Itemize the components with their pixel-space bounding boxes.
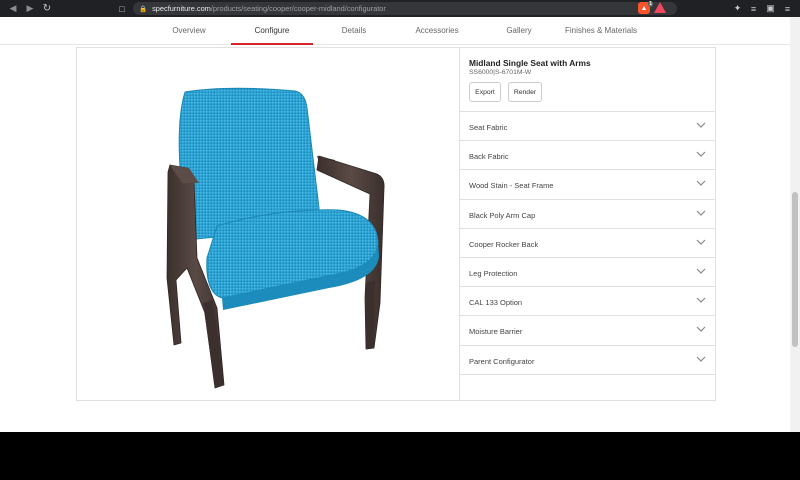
option-cooper-rocker-back[interactable]: Cooper Rocker Back xyxy=(460,229,716,258)
extensions-icon[interactable]: ✦ xyxy=(731,2,744,15)
option-label: Black Poly Arm Cap xyxy=(469,210,536,220)
configurator-panel: Midland Single Seat with Arms SS6000|S-6… xyxy=(460,48,716,400)
wallet-icon[interactable]: ▣ xyxy=(764,2,777,15)
reload-icon[interactable]: ↻ xyxy=(40,2,54,16)
product-sku: SS6000|S-6701M-W xyxy=(469,69,532,76)
option-label: Parent Configurator xyxy=(469,356,535,366)
chevron-down-icon xyxy=(696,122,706,128)
page: Overview Configure Details Accessories G… xyxy=(0,17,800,432)
option-label: CAL 133 Option xyxy=(469,298,523,308)
option-seat-fabric[interactable]: Seat Fabric xyxy=(460,112,716,142)
tab-overview[interactable]: Overview xyxy=(160,17,218,45)
address-bar[interactable]: 🔒 specfurniture.com/products/seating/coo… xyxy=(133,2,677,15)
option-label: Wood Stain - Seat Frame xyxy=(469,181,554,191)
brave-badge: 1 xyxy=(648,1,653,7)
reading-list-icon[interactable]: ≡ xyxy=(747,2,760,15)
option-label: Cooper Rocker Back xyxy=(469,239,539,249)
render-button[interactable]: Render xyxy=(508,82,542,102)
scrollbar-thumb[interactable] xyxy=(792,192,798,347)
tab-accessories[interactable]: Accessories xyxy=(405,17,469,45)
tab-configure[interactable]: Configure xyxy=(231,17,313,45)
lock-icon: 🔒 xyxy=(139,5,148,13)
forward-icon[interactable]: ▶ xyxy=(23,2,37,16)
product-tabs: Overview Configure Details Accessories G… xyxy=(0,17,790,45)
option-wood-stain-seat-frame[interactable]: Wood Stain - Seat Frame xyxy=(460,170,716,200)
configurator-card: Midland Single Seat with Arms SS6000|S-6… xyxy=(76,47,716,401)
option-moisture-barrier[interactable]: Moisture Barrier xyxy=(460,316,716,346)
chevron-down-icon xyxy=(696,151,706,158)
brave-rewards-icon[interactable] xyxy=(654,2,666,13)
chair-image xyxy=(166,87,385,389)
brave-shields-icon[interactable]: ▲ 1 xyxy=(638,1,653,14)
export-button[interactable]: Export xyxy=(469,82,501,102)
bookmark-icon[interactable]: □ xyxy=(116,4,128,14)
chair-3d-viewer[interactable] xyxy=(77,48,460,400)
chevron-down-icon xyxy=(696,268,706,274)
chevron-down-icon xyxy=(696,297,706,303)
option-leg-protection[interactable]: Leg Protection xyxy=(460,258,716,288)
option-list: Seat Fabric Back Fabric Wood Stain - Sea… xyxy=(460,111,716,375)
tab-finishes-materials[interactable]: Finishes & Materials xyxy=(560,17,642,45)
tab-details[interactable]: Details xyxy=(330,17,378,45)
back-icon[interactable]: ◀ xyxy=(6,2,20,16)
option-label: Seat Fabric xyxy=(469,123,508,132)
option-label: Back Fabric xyxy=(469,152,509,162)
menu-icon[interactable]: ≡ xyxy=(781,2,794,15)
page-scrollbar[interactable] xyxy=(790,17,800,432)
option-black-poly-arm-cap[interactable]: Black Poly Arm Cap xyxy=(460,200,716,229)
option-label: Leg Protection xyxy=(469,268,518,278)
option-label: Moisture Barrier xyxy=(469,327,523,337)
chevron-down-icon xyxy=(696,239,706,245)
chevron-down-icon xyxy=(696,326,706,333)
chevron-down-icon xyxy=(696,210,706,216)
chevron-down-icon xyxy=(696,356,706,362)
option-back-fabric[interactable]: Back Fabric xyxy=(460,141,716,171)
taskbar xyxy=(0,432,800,480)
tab-gallery[interactable]: Gallery xyxy=(494,17,544,45)
product-title: Midland Single Seat with Arms xyxy=(469,58,591,68)
url-path: /products/seating/cooper/cooper-midland/… xyxy=(210,4,386,13)
option-parent-configurator[interactable]: Parent Configurator xyxy=(460,346,716,375)
url-host: specfurniture.com xyxy=(152,4,211,13)
chevron-down-icon xyxy=(696,180,706,187)
browser-toolbar: ◀ ▶ ↻ □ 🔒 specfurniture.com/products/sea… xyxy=(0,0,800,17)
option-cal-133[interactable]: CAL 133 Option xyxy=(460,287,716,317)
